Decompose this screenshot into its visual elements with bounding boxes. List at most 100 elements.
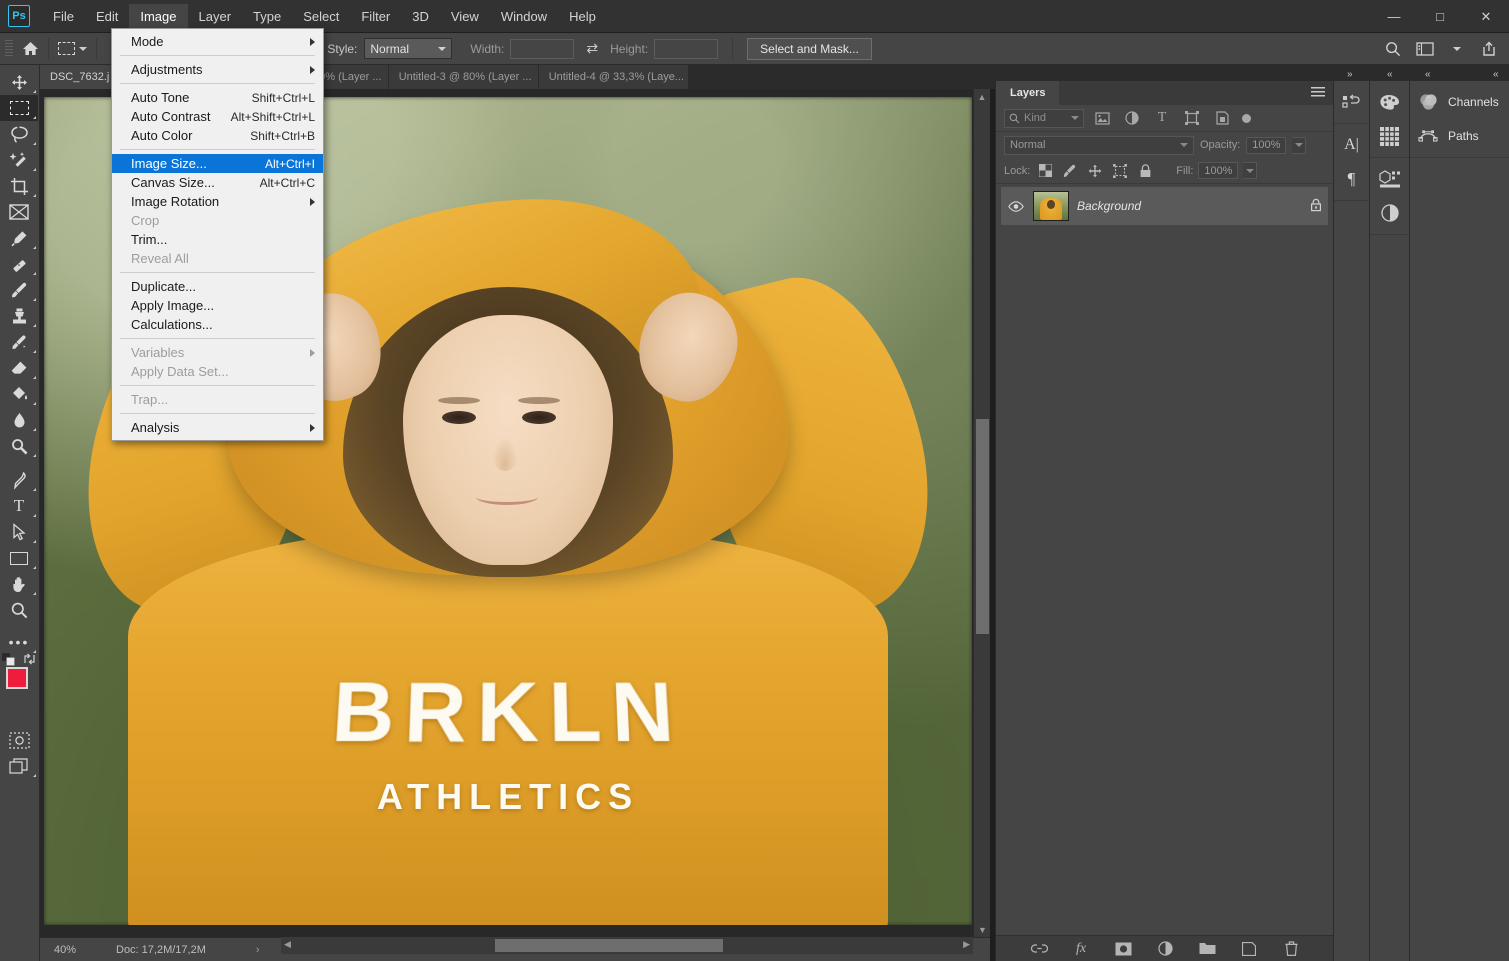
vertical-scroll-thumb[interactable]: [976, 419, 989, 634]
brush-tool[interactable]: [0, 277, 38, 303]
spot-healing-brush-tool[interactable]: [0, 251, 38, 277]
document-tab[interactable]: Untitled-3 @ 80% (Layer ...×: [389, 65, 539, 89]
add-layer-mask-icon[interactable]: [1113, 939, 1133, 959]
quick-selection-tool[interactable]: [0, 147, 38, 173]
menu-item-analysis[interactable]: Analysis: [112, 418, 323, 437]
eyedropper-tool[interactable]: [0, 225, 38, 251]
menu-3d[interactable]: 3D: [401, 4, 440, 29]
history-icon[interactable]: [1334, 85, 1369, 119]
menu-window[interactable]: Window: [490, 4, 558, 29]
menu-item-auto-contrast[interactable]: Auto ContrastAlt+Shift+Ctrl+L: [112, 107, 323, 126]
blur-tool[interactable]: [0, 407, 38, 433]
fill-value[interactable]: 100%: [1198, 162, 1238, 179]
select-and-mask-button[interactable]: Select and Mask...: [747, 38, 872, 60]
style-select[interactable]: Normal: [364, 38, 452, 59]
type-layer-filter-icon[interactable]: T: [1150, 108, 1174, 128]
paint-bucket-tool[interactable]: [0, 381, 38, 407]
type-tool[interactable]: T: [0, 493, 38, 519]
adjustments-icon[interactable]: [1370, 196, 1409, 230]
tab-layers[interactable]: Layers: [996, 81, 1059, 105]
rectangle-tool[interactable]: [0, 545, 38, 571]
color-swatches[interactable]: [0, 665, 38, 709]
menu-file[interactable]: File: [42, 4, 85, 29]
swap-colors-icon[interactable]: [23, 653, 36, 668]
layer-lock-icon[interactable]: [1310, 198, 1322, 215]
maximize-button[interactable]: □: [1417, 0, 1463, 33]
opacity-stepper[interactable]: [1292, 137, 1306, 154]
panel-menu-icon[interactable]: [1311, 87, 1325, 98]
new-group-icon[interactable]: [1197, 939, 1217, 959]
lock-position-icon[interactable]: [1085, 162, 1105, 180]
lock-image-pixels-icon[interactable]: [1060, 162, 1080, 180]
menu-item-apply-image[interactable]: Apply Image...: [112, 296, 323, 315]
foreground-color-swatch[interactable]: [6, 667, 28, 689]
clone-stamp-tool[interactable]: [0, 303, 38, 329]
swatches-grid-icon[interactable]: [1370, 119, 1409, 153]
layer-name[interactable]: Background: [1077, 199, 1302, 213]
menu-item-calculations[interactable]: Calculations...: [112, 315, 323, 334]
channels-panel-item[interactable]: Channels: [1410, 85, 1509, 119]
menu-item-image-size[interactable]: Image Size...Alt+Ctrl+I: [112, 154, 323, 173]
new-layer-icon[interactable]: [1239, 939, 1259, 959]
layer-kind-filter[interactable]: Kind: [1004, 109, 1084, 128]
home-icon[interactable]: [16, 36, 44, 62]
lasso-tool[interactable]: [0, 121, 38, 147]
pen-tool[interactable]: [0, 467, 38, 493]
shape-layer-filter-icon[interactable]: [1180, 108, 1204, 128]
history-brush-tool[interactable]: [0, 329, 38, 355]
dodge-tool[interactable]: [0, 433, 38, 459]
3d-panel-icon[interactable]: [1370, 162, 1409, 196]
eraser-tool[interactable]: [0, 355, 38, 381]
menu-select[interactable]: Select: [292, 4, 350, 29]
share-icon[interactable]: [1475, 36, 1503, 62]
paths-panel-item[interactable]: Paths: [1410, 119, 1509, 153]
menu-layer[interactable]: Layer: [188, 4, 243, 29]
collapse-panel-icon[interactable]: «: [1425, 69, 1430, 80]
menu-item-image-rotation[interactable]: Image Rotation: [112, 192, 323, 211]
new-adjustment-layer-icon[interactable]: [1155, 939, 1175, 959]
link-layers-icon[interactable]: [1029, 939, 1049, 959]
scroll-up-icon[interactable]: ▲: [974, 89, 990, 104]
menu-item-duplicate[interactable]: Duplicate...: [112, 277, 323, 296]
collapse-panel-icon[interactable]: «: [1387, 69, 1392, 80]
status-next-icon[interactable]: ›: [206, 944, 260, 956]
canvas-horizontal-scrollbar[interactable]: ◀ ▶: [281, 937, 973, 954]
pixel-layer-filter-icon[interactable]: [1090, 108, 1114, 128]
scroll-right-icon[interactable]: ▶: [963, 939, 970, 950]
menu-item-adjustments[interactable]: Adjustments: [112, 60, 323, 79]
smart-object-filter-icon[interactable]: [1210, 108, 1234, 128]
workspace-icon[interactable]: [1411, 36, 1439, 62]
crop-tool[interactable]: [0, 173, 38, 199]
scroll-down-icon[interactable]: ▼: [974, 922, 991, 937]
filter-toggle-icon[interactable]: [1242, 114, 1251, 123]
canvas-vertical-scrollbar[interactable]: ▲ ▼: [973, 89, 990, 937]
tool-preset-picker[interactable]: [53, 36, 92, 62]
close-button[interactable]: ✕: [1463, 0, 1509, 33]
screen-mode-icon[interactable]: [0, 753, 38, 779]
menu-item-canvas-size[interactable]: Canvas Size...Alt+Ctrl+C: [112, 173, 323, 192]
lock-transparent-pixels-icon[interactable]: [1035, 162, 1055, 180]
document-tab[interactable]: Untitled-4 @ 33,3% (Laye...×: [539, 65, 689, 89]
layer-row[interactable]: Background: [1001, 187, 1328, 225]
layer-visibility-icon[interactable]: [1007, 201, 1025, 212]
expand-panels-icon[interactable]: »: [1347, 69, 1352, 80]
document-info[interactable]: Doc: 17,2M/17,2M: [98, 944, 206, 956]
menu-edit[interactable]: Edit: [85, 4, 129, 29]
menu-item-auto-tone[interactable]: Auto ToneShift+Ctrl+L: [112, 88, 323, 107]
zoom-level[interactable]: 40%: [40, 944, 98, 956]
color-swatches-icon[interactable]: [1370, 85, 1409, 119]
lock-all-icon[interactable]: [1135, 162, 1155, 180]
menu-image[interactable]: Image: [129, 4, 187, 29]
search-icon[interactable]: [1379, 36, 1407, 62]
chevron-down-icon[interactable]: [79, 47, 87, 51]
move-tool[interactable]: [0, 69, 38, 95]
menu-filter[interactable]: Filter: [350, 4, 401, 29]
collapse-panel-icon[interactable]: «: [1493, 69, 1498, 80]
paragraph-icon[interactable]: ¶: [1334, 162, 1369, 196]
menu-item-trim[interactable]: Trim...: [112, 230, 323, 249]
delete-layer-icon[interactable]: [1281, 939, 1301, 959]
swap-dimensions-icon[interactable]: ⇄: [580, 40, 604, 57]
hand-tool[interactable]: [0, 571, 38, 597]
adjustment-layer-filter-icon[interactable]: [1120, 108, 1144, 128]
chevron-down-icon[interactable]: [1443, 36, 1471, 62]
